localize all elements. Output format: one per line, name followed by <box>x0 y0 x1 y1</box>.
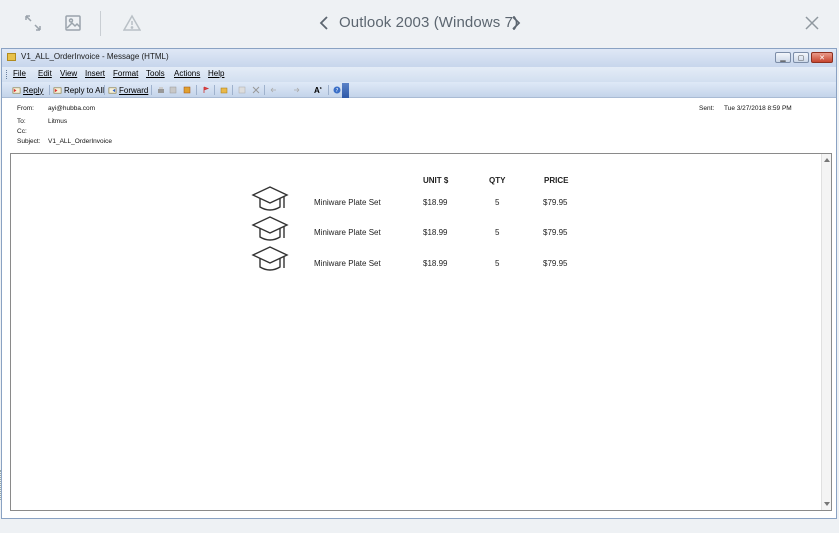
item-qty: 5 <box>495 259 500 268</box>
close-icon[interactable] <box>800 11 824 35</box>
message-body[interactable]: UNIT $ QTY PRICE Miniware Plate Set $18.… <box>10 153 832 511</box>
categories-icon[interactable] <box>220 86 228 94</box>
save-icon[interactable] <box>169 86 177 94</box>
viewer-toolbar: Outlook 2003 (Windows 7) <box>0 0 839 47</box>
message-headers: From: ayi@hubba.com Sent: Tue 3/27/2018 … <box>2 98 836 152</box>
maximize-button[interactable]: ▢ <box>793 52 809 63</box>
item-unit-price: $18.99 <box>423 198 448 207</box>
item-name: Miniware Plate Set <box>314 259 381 268</box>
toolbar-separator <box>49 85 50 95</box>
svg-text:?: ? <box>336 88 339 94</box>
to-value: Litmus <box>48 118 68 125</box>
next-item-icon[interactable] <box>292 86 300 94</box>
resize-grip <box>0 470 5 500</box>
graduation-cap-icon <box>251 216 289 241</box>
menu-insert[interactable]: Insert <box>85 69 105 78</box>
reply-all-icon <box>53 86 62 94</box>
from-value: ayi@hubba.com <box>48 105 96 112</box>
move-icon[interactable] <box>238 86 246 94</box>
toolbar-separator <box>232 85 233 95</box>
toolbar-separator <box>196 85 197 95</box>
to-label: To: <box>17 118 26 125</box>
item-price: $79.95 <box>543 198 568 207</box>
warning-triangle-icon[interactable] <box>119 10 145 36</box>
item-qty: 5 <box>495 198 500 207</box>
menu-actions[interactable]: Actions <box>174 69 200 78</box>
menu-file[interactable]: File <box>13 69 26 78</box>
menu-help[interactable]: Help <box>208 69 224 78</box>
delete-icon[interactable] <box>252 86 260 94</box>
forward-icon <box>108 86 117 94</box>
header-sent: Sent: Tue 3/27/2018 8:59 PM <box>699 105 792 112</box>
col-price-header: PRICE <box>544 176 569 185</box>
scroll-up-icon[interactable] <box>824 158 830 162</box>
item-name: Miniware Plate Set <box>314 228 381 237</box>
font-size-icon[interactable]: A * <box>314 83 322 97</box>
menu-tools[interactable]: Tools <box>146 69 165 78</box>
sent-value: Tue 3/27/2018 8:59 PM <box>724 105 792 112</box>
image-icon[interactable] <box>60 10 86 36</box>
item-unit-price: $18.99 <box>423 228 448 237</box>
forward-label: Forward <box>119 85 149 95</box>
menu-edit[interactable]: Edit <box>38 69 52 78</box>
graduation-cap-icon <box>251 246 289 271</box>
reply-all-label: Reply to All <box>64 85 105 95</box>
message-toolbar: Reply Reply to All Forward A * ? <box>2 82 836 98</box>
toolbar-separator <box>151 85 152 95</box>
cc-label: Cc: <box>17 128 27 135</box>
menu-bar: File Edit View Insert Format Tools Actio… <box>2 67 836 82</box>
toolbar-separator <box>328 85 329 95</box>
help-icon[interactable]: ? <box>333 86 341 94</box>
menubar-grip <box>6 70 9 79</box>
outlook-message-window: V1_ALL_OrderInvoice - Message (HTML) ▁ ▢… <box>1 48 837 519</box>
client-title: Outlook 2003 (Windows 7) <box>339 14 519 31</box>
forward-button[interactable]: Forward <box>108 83 148 97</box>
col-unit-header: UNIT $ <box>423 176 449 185</box>
toolbar-divider <box>100 11 101 36</box>
menu-view[interactable]: View <box>60 69 77 78</box>
window-close-button[interactable]: ✕ <box>811 52 833 63</box>
toolbar-separator <box>104 85 105 95</box>
subject-label: Subject: <box>17 138 41 145</box>
reply-button[interactable]: Reply <box>12 83 43 97</box>
reply-icon <box>12 86 21 94</box>
item-price: $79.95 <box>543 259 568 268</box>
subject-value: V1_ALL_OrderInvoice <box>48 138 112 145</box>
item-unit-price: $18.99 <box>423 259 448 268</box>
toolbar-options-button[interactable] <box>342 83 349 98</box>
flag-icon[interactable] <box>202 86 210 94</box>
toolbar-separator <box>264 85 265 95</box>
item-name: Miniware Plate Set <box>314 198 381 207</box>
toolbar-separator <box>214 85 215 95</box>
item-price: $79.95 <box>543 228 568 237</box>
window-titlebar: V1_ALL_OrderInvoice - Message (HTML) ▁ ▢… <box>2 49 836 67</box>
col-qty-header: QTY <box>489 176 506 185</box>
address-book-icon[interactable] <box>183 86 191 94</box>
previous-item-icon[interactable] <box>270 86 278 94</box>
from-label: From: <box>17 105 34 112</box>
sent-label: Sent: <box>699 105 715 112</box>
print-icon[interactable] <box>157 86 165 94</box>
item-qty: 5 <box>495 228 500 237</box>
graduation-cap-icon <box>251 186 289 211</box>
scroll-down-icon[interactable] <box>824 502 830 506</box>
envelope-icon <box>7 53 16 61</box>
reply-label: Reply <box>23 85 44 95</box>
minimize-button[interactable]: ▁ <box>775 52 791 63</box>
vertical-scrollbar[interactable] <box>821 154 831 510</box>
window-title: V1_ALL_OrderInvoice - Message (HTML) <box>21 52 169 61</box>
menu-format[interactable]: Format <box>113 69 138 78</box>
reply-all-button[interactable]: Reply to All <box>53 83 104 97</box>
chevron-left-icon[interactable] <box>316 13 332 33</box>
chevron-right-icon[interactable] <box>508 13 524 33</box>
status-bar <box>1 519 837 533</box>
expand-arrows-icon[interactable] <box>20 10 46 36</box>
